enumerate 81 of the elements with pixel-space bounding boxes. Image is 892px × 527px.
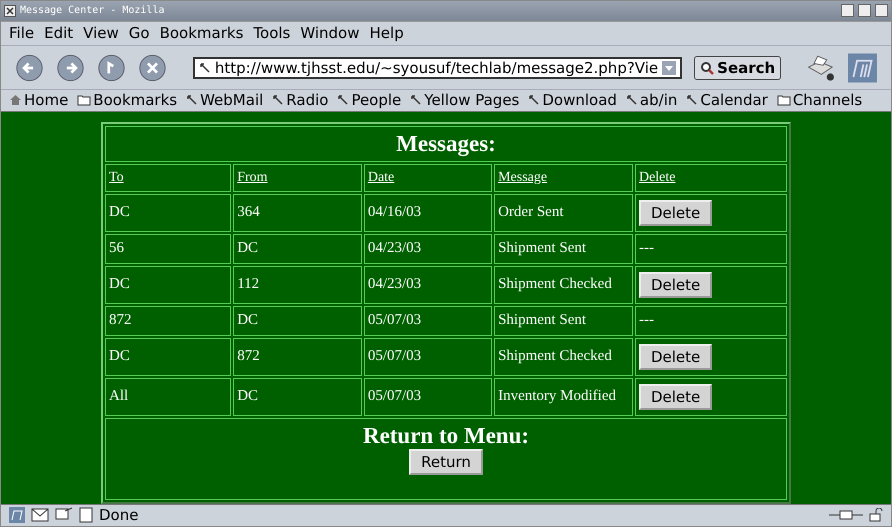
bookmark-link[interactable]: People [337, 91, 402, 110]
folder-icon [77, 94, 92, 106]
delete-button[interactable]: Delete [638, 384, 712, 410]
bookmark-icon [198, 62, 211, 74]
delete-button[interactable]: Delete [638, 344, 712, 370]
table-cell: Inventory Modified [494, 378, 633, 416]
search-button[interactable]: Search [694, 56, 782, 80]
menu-item[interactable]: Edit [40, 24, 78, 42]
bookmark-link[interactable]: Bookmarks [77, 91, 178, 110]
menu-item[interactable]: Bookmarks [156, 24, 248, 42]
table-cell: Shipment Checked [494, 266, 633, 304]
return-heading: Return to Menu: [362, 422, 530, 448]
bookmark-icon [528, 94, 540, 106]
bookmark-link[interactable]: ab/in [626, 91, 678, 110]
menu-item[interactable]: File [5, 24, 38, 42]
table-cell: DC [233, 378, 362, 416]
delete-button[interactable]: Delete [638, 200, 712, 226]
bookmark-icon [626, 94, 638, 106]
menu-item[interactable]: View [79, 24, 123, 42]
table-cell: Shipment Checked [494, 338, 633, 376]
mail-icon[interactable] [31, 508, 49, 522]
table-cell: 56 [105, 234, 232, 264]
table-cell: 112 [233, 266, 362, 304]
table-cell: DC [105, 194, 232, 232]
menu-item[interactable]: Go [124, 24, 154, 42]
bookmark-icon [337, 94, 350, 106]
bookmark-icon [186, 94, 198, 106]
bookmark-icon [410, 94, 422, 106]
table-cell: All [105, 378, 232, 416]
home-icon [9, 94, 22, 106]
bookmark-link[interactable]: WebMail [186, 91, 264, 110]
table-cell: Shipment Sent [494, 306, 633, 336]
bookmark-icon [686, 94, 698, 106]
logo-icon[interactable] [9, 507, 25, 524]
table-cell: 04/23/03 [364, 266, 492, 304]
table-cell: Shipment Sent [494, 234, 633, 264]
bookmark-icon [272, 94, 284, 106]
empty-marker: --- [638, 240, 654, 256]
bookmark-link[interactable]: Channels [776, 91, 862, 110]
return-button[interactable]: Return [409, 448, 483, 475]
table-title: Messages: [396, 130, 496, 156]
table-cell: 04/23/03 [364, 234, 492, 264]
column-header-link[interactable]: Delete [638, 170, 676, 186]
table-cell: 05/07/03 [364, 306, 492, 336]
table-cell: Order Sent [494, 194, 633, 232]
menu-item[interactable]: Window [296, 24, 364, 42]
delete-button[interactable]: Delete [638, 272, 712, 298]
bookmark-link[interactable]: Download [528, 91, 617, 110]
table-cell: 05/07/03 [364, 378, 492, 416]
window-title: Message Center - Mozilla [20, 5, 166, 16]
table-cell: 872 [233, 338, 362, 376]
table-cell: DC [105, 266, 232, 304]
menu-item[interactable]: Tools [249, 24, 294, 42]
column-header-link[interactable]: From [237, 170, 268, 186]
url-field[interactable]: http://www.tjhsst.edu/~syousuf/techlab/message2.php?Vie [192, 56, 682, 78]
close-icon[interactable] [4, 4, 16, 17]
column-header-link[interactable]: Message [498, 170, 548, 186]
table-cell: DC [233, 306, 362, 336]
bookmark-link[interactable]: Calendar [686, 91, 768, 110]
column-header-link[interactable]: To [109, 170, 124, 186]
table-cell: 364 [233, 194, 362, 232]
status-text: Done [99, 506, 140, 524]
bookmark-link[interactable]: Yellow Pages [410, 91, 520, 110]
folder-icon [776, 94, 791, 106]
table-cell: 04/16/03 [364, 194, 492, 232]
close-button[interactable] [875, 4, 888, 18]
bookmark-link[interactable]: Radio [272, 91, 328, 110]
table-cell: 872 [105, 306, 232, 336]
table-cell: DC [233, 234, 362, 264]
bookmark-link[interactable]: Home [9, 91, 68, 110]
logo-icon[interactable] [848, 52, 877, 84]
connection-icon [829, 509, 863, 522]
lock-icon [869, 508, 883, 522]
search-icon [700, 60, 714, 74]
table-cell: DC [105, 338, 232, 376]
table-cell: 05/07/03 [364, 338, 492, 376]
column-header-link[interactable]: Date [368, 170, 394, 186]
empty-marker: --- [638, 312, 654, 328]
menu-item[interactable]: Help [366, 24, 408, 42]
maximize-button[interactable] [858, 4, 871, 18]
minimize-button[interactable] [841, 4, 854, 18]
